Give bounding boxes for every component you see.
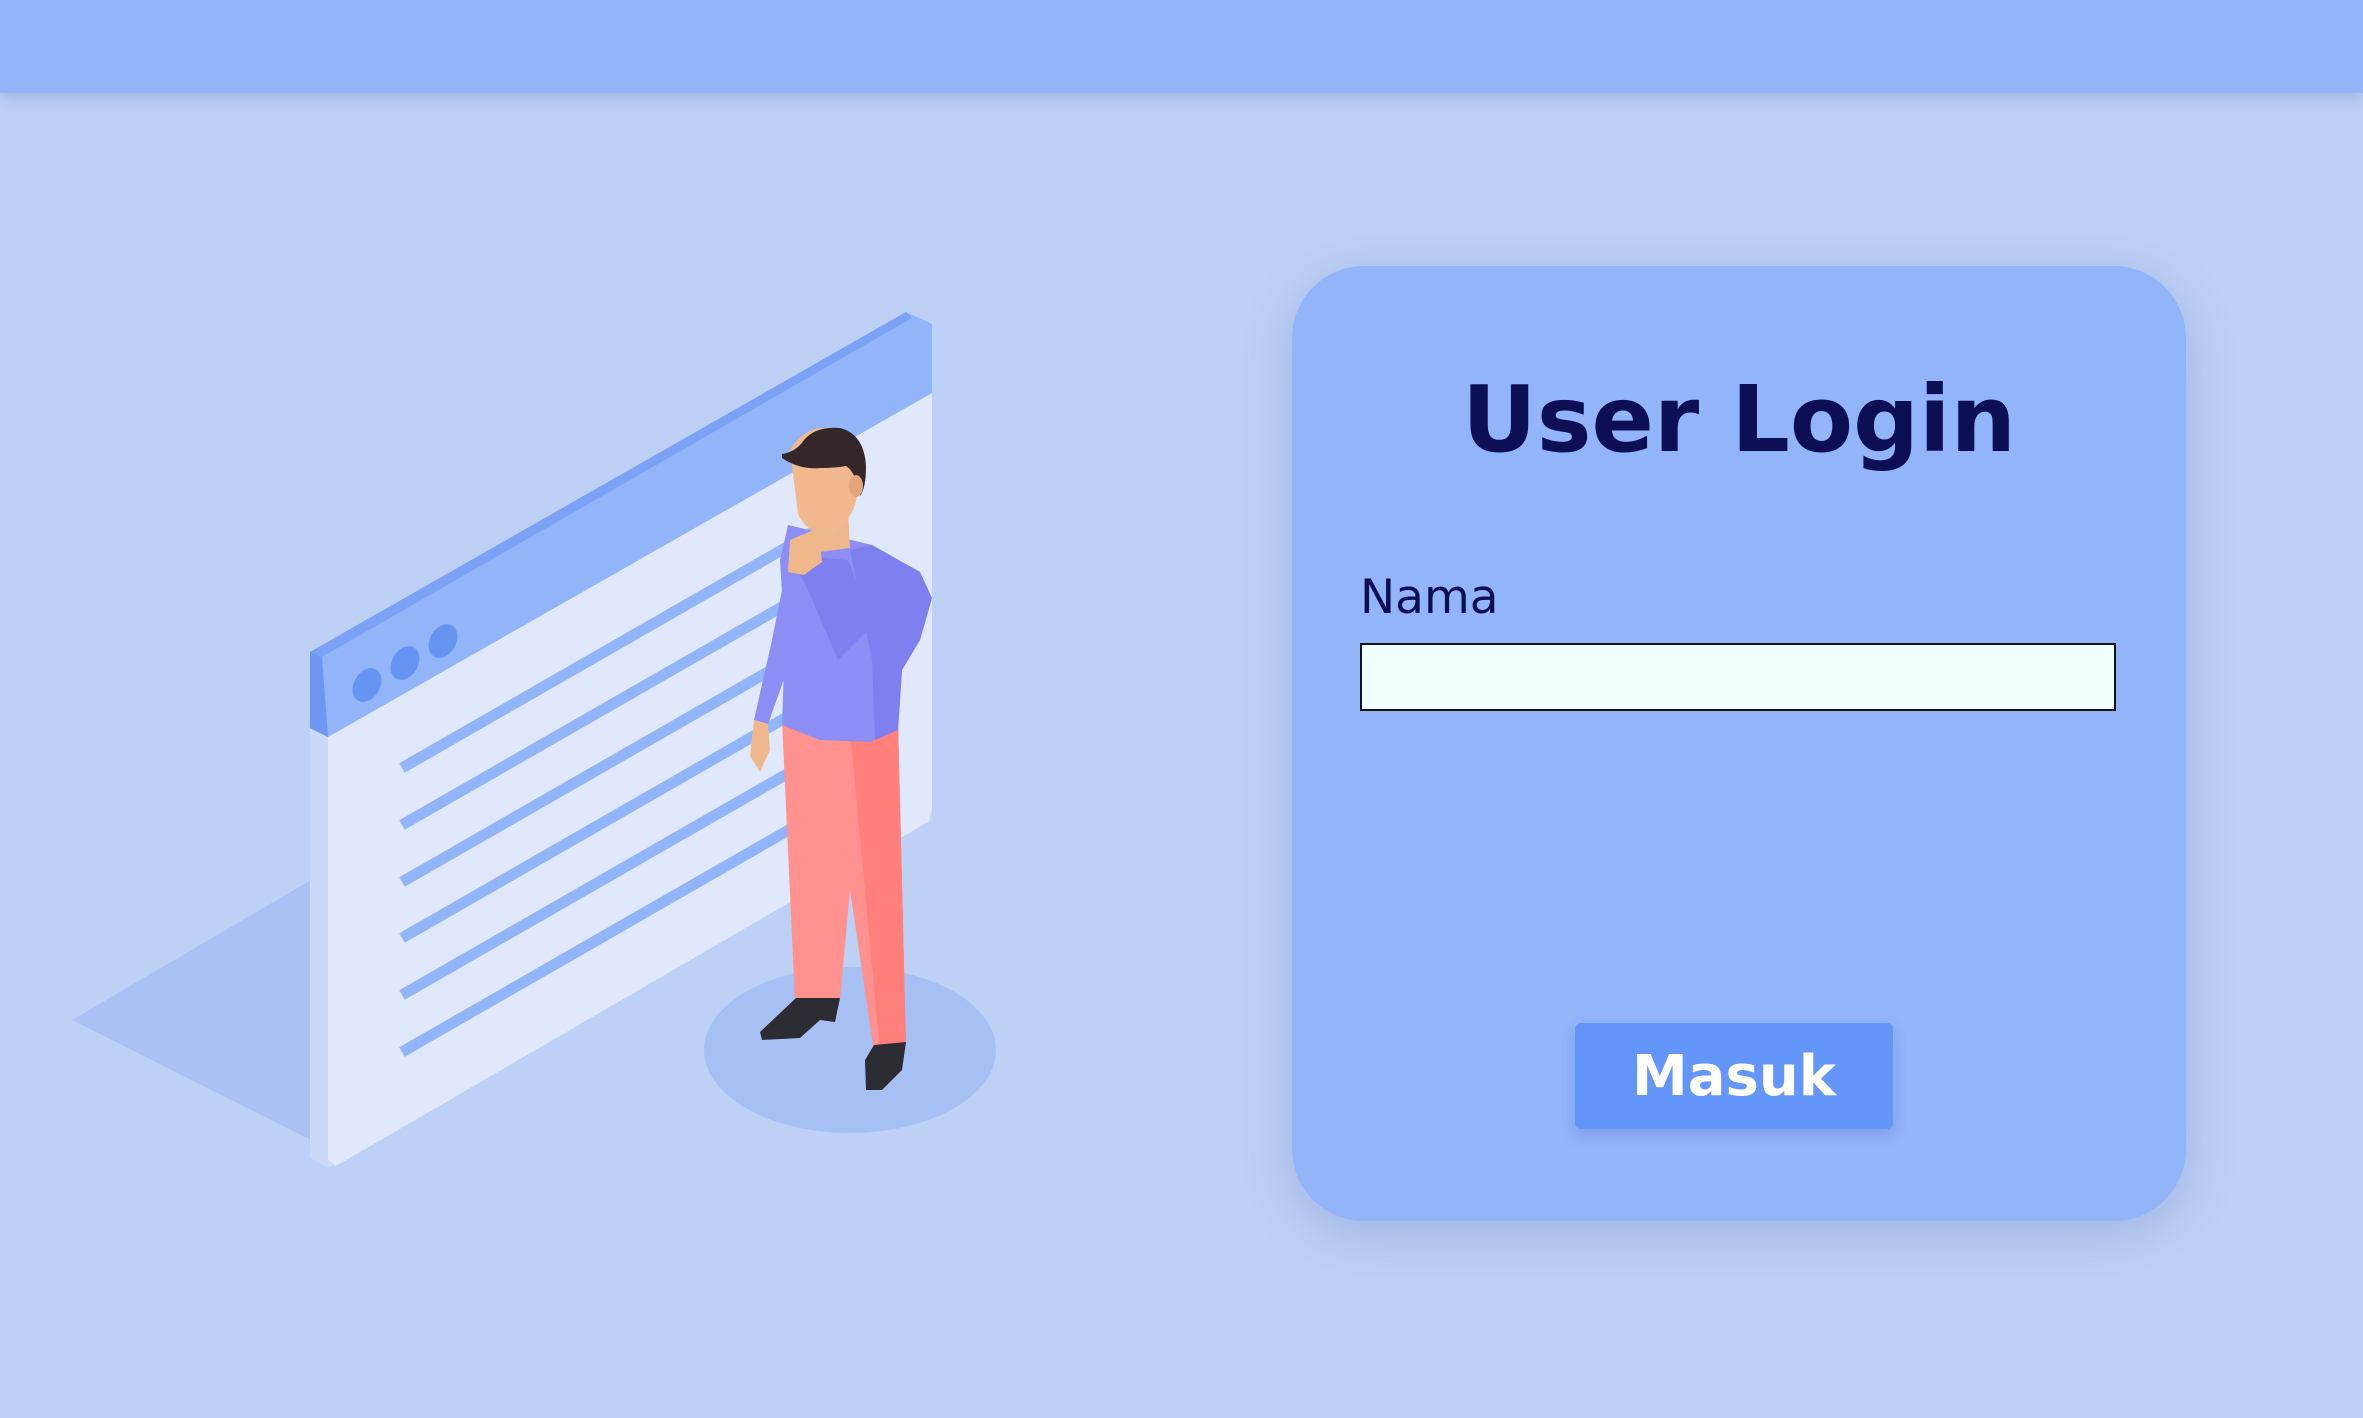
- masuk-button[interactable]: Masuk: [1575, 1023, 1893, 1129]
- window-shadow: [72, 880, 311, 1140]
- person-floor-circle: [704, 967, 996, 1133]
- login-title: User Login: [1462, 366, 2016, 473]
- top-bar: [0, 0, 2363, 93]
- browser-window-illustration: [72, 312, 996, 1168]
- login-card: User Login Nama Masuk: [1292, 266, 2186, 1221]
- name-input[interactable]: [1360, 643, 2116, 711]
- name-label: Nama: [1360, 570, 1499, 625]
